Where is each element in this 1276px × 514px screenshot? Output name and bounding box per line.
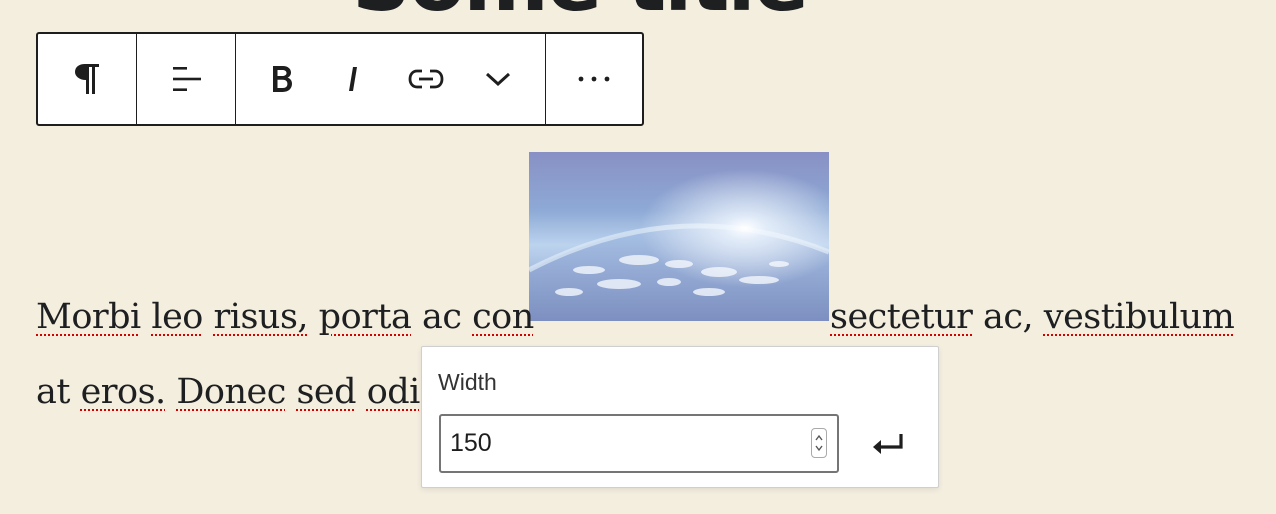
word: eros.	[80, 372, 167, 412]
word: con	[472, 297, 534, 337]
toolbar-group-format	[236, 34, 546, 124]
word: vestibulum	[1043, 297, 1235, 337]
number-spinner[interactable]	[811, 428, 827, 458]
inline-image[interactable]	[529, 152, 829, 321]
width-input[interactable]: 150	[439, 414, 839, 473]
word: ac	[421, 297, 462, 337]
toolbar-group-options	[546, 34, 642, 124]
ellipsis-icon	[578, 76, 610, 82]
toolbar-group-block	[38, 34, 137, 124]
chevron-down-icon	[485, 72, 511, 87]
word: risus,	[213, 297, 309, 337]
width-label: Width	[438, 369, 497, 395]
bold-icon	[273, 66, 292, 92]
paragraph-line-2: at eros. Donec sed odi	[36, 355, 420, 430]
toolbar-group-align	[137, 34, 236, 124]
spinner-arrows-icon	[815, 434, 823, 452]
word: Morbi	[36, 297, 141, 337]
italic-icon	[349, 67, 357, 91]
width-popover: Width 150	[421, 346, 939, 488]
word: porta	[318, 297, 412, 337]
link-icon	[408, 69, 444, 89]
page-title[interactable]: Some title	[352, 0, 809, 24]
earth-horizon-image	[529, 152, 829, 321]
word: at	[36, 372, 70, 412]
bold-button[interactable]	[246, 34, 318, 124]
align-button[interactable]	[137, 34, 235, 124]
paragraph-line-1-continued: sectetur ac, vestibulum	[830, 280, 1235, 355]
word: sectetur	[830, 297, 973, 337]
apply-width-button[interactable]	[868, 425, 908, 463]
word: leo	[151, 297, 203, 337]
paragraph-line-1: Morbi leo risus, porta ac con	[36, 280, 534, 355]
width-input-value: 150	[450, 429, 492, 457]
block-toolbar	[36, 32, 644, 126]
italic-button[interactable]	[318, 34, 390, 124]
align-left-icon	[173, 67, 201, 91]
enter-icon	[873, 434, 903, 454]
word: odi	[366, 372, 421, 412]
word: Donec	[176, 372, 286, 412]
link-button[interactable]	[390, 34, 462, 124]
pilcrow-icon	[75, 64, 99, 94]
more-formatting-button[interactable]	[462, 34, 534, 124]
word: ac,	[983, 297, 1034, 337]
paragraph-button[interactable]	[38, 34, 136, 124]
word: sed	[296, 372, 357, 412]
options-button[interactable]	[546, 34, 642, 124]
